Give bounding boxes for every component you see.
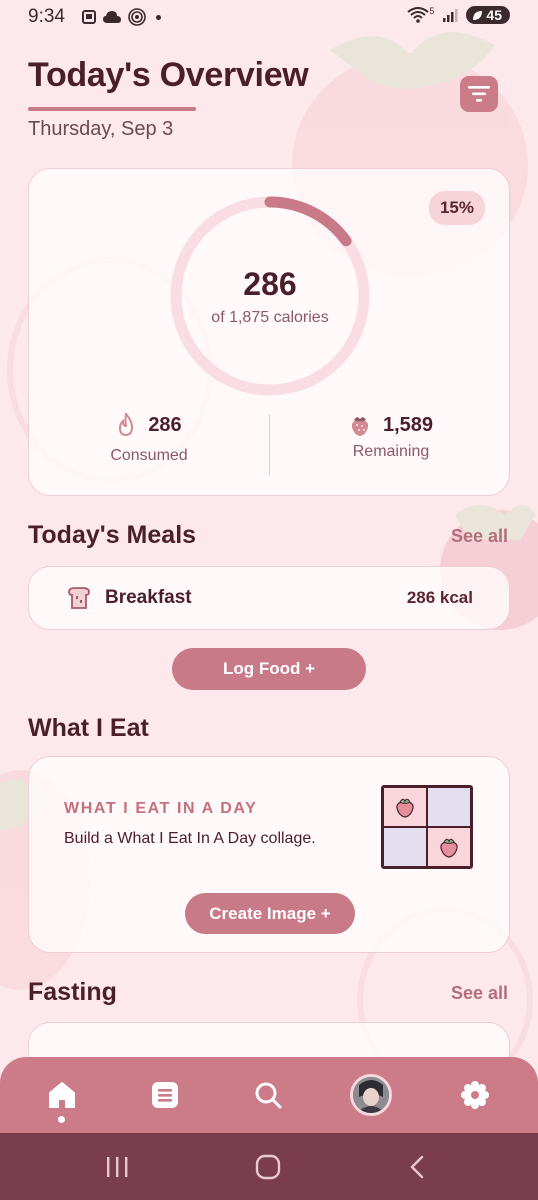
strawberry-icon <box>440 838 458 858</box>
nav-profile[interactable] <box>341 1057 401 1133</box>
home-circle-icon <box>255 1154 281 1180</box>
calories-value: 286 <box>243 265 297 302</box>
dot-icon <box>156 14 161 20</box>
back-icon <box>410 1155 424 1179</box>
home-icon <box>49 1082 75 1108</box>
back-button[interactable] <box>392 1149 442 1185</box>
flame-icon <box>119 413 134 437</box>
calorie-ring: 286 of 1,875 calories <box>167 193 373 399</box>
collage-preview-icon <box>381 785 473 869</box>
wifi-icon <box>407 7 430 23</box>
notification-icon <box>82 10 96 24</box>
strawberry-icon <box>351 417 369 436</box>
system-home-button[interactable] <box>243 1149 293 1185</box>
avatar <box>350 1074 392 1116</box>
signal-icon <box>443 9 458 22</box>
filter-button[interactable] <box>460 76 498 112</box>
create-image-button[interactable]: Create Image + <box>185 893 355 934</box>
consumed-value: 286 <box>148 413 182 436</box>
calorie-summary-card: 15% 286 of 1,875 calories 286 Consumed 1… <box>28 168 510 496</box>
what-i-eat-section-title: What I Eat <box>28 714 149 742</box>
leaf-icon <box>473 10 483 20</box>
cloud-icon <box>103 11 121 23</box>
consumed-stat: 286 Consumed <box>29 413 269 465</box>
nav-list[interactable] <box>135 1057 195 1133</box>
search-icon <box>255 1082 282 1109</box>
meals-section-title: Today's Meals <box>28 521 197 549</box>
network-label: 5 <box>429 6 435 16</box>
meals-see-all-link[interactable]: See all <box>451 526 508 547</box>
toast-icon <box>67 586 91 615</box>
battery-level: 45 <box>486 7 502 23</box>
page-date: Thursday, Sep 3 <box>28 118 174 140</box>
meal-item-breakfast[interactable]: Breakfast 286 kcal <box>28 566 510 630</box>
meal-name: Breakfast <box>105 587 192 608</box>
collage-description: Build a What I Eat In A Day collage. <box>64 830 316 847</box>
remaining-label: Remaining <box>352 443 430 460</box>
page-title: Today's Overview <box>28 56 309 94</box>
collage-heading: WHAT I EAT IN A DAY <box>64 800 258 817</box>
what-i-eat-card: WHAT I EAT IN A DAY Build a What I Eat I… <box>28 756 510 953</box>
fingerprint-icon <box>128 8 146 26</box>
active-indicator <box>58 1116 65 1123</box>
list-icon <box>152 1082 178 1108</box>
status-time: 9:34 <box>28 6 65 27</box>
strawberry-icon <box>396 798 414 818</box>
filter-icon <box>468 86 490 102</box>
status-bar: 9:34 5 45 <box>0 0 538 36</box>
bottom-navigation <box>0 1057 538 1133</box>
battery-indicator: 45 <box>466 6 510 24</box>
settings-icon <box>461 1081 489 1109</box>
nav-search[interactable] <box>238 1057 298 1133</box>
nav-settings[interactable] <box>445 1057 505 1133</box>
fasting-see-all-link[interactable]: See all <box>451 983 508 1004</box>
calories-goal: of 1,875 calories <box>211 308 329 326</box>
progress-percent-badge: 15% <box>428 191 485 225</box>
remaining-stat: 1,589 Remaining <box>271 413 511 461</box>
system-navigation-bar <box>0 1133 538 1200</box>
meal-kcal: 286 kcal <box>406 588 473 607</box>
log-food-button[interactable]: Log Food + <box>172 648 366 690</box>
fasting-section-title: Fasting <box>28 978 117 1006</box>
recents-icon <box>107 1157 128 1177</box>
remaining-value: 1,589 <box>382 413 434 436</box>
stats-divider <box>269 415 270 475</box>
recents-button[interactable] <box>92 1149 142 1185</box>
title-underline <box>28 107 196 111</box>
calorie-stats: 286 Consumed 1,589 Remaining <box>29 413 511 483</box>
consumed-label: Consumed <box>110 447 188 464</box>
